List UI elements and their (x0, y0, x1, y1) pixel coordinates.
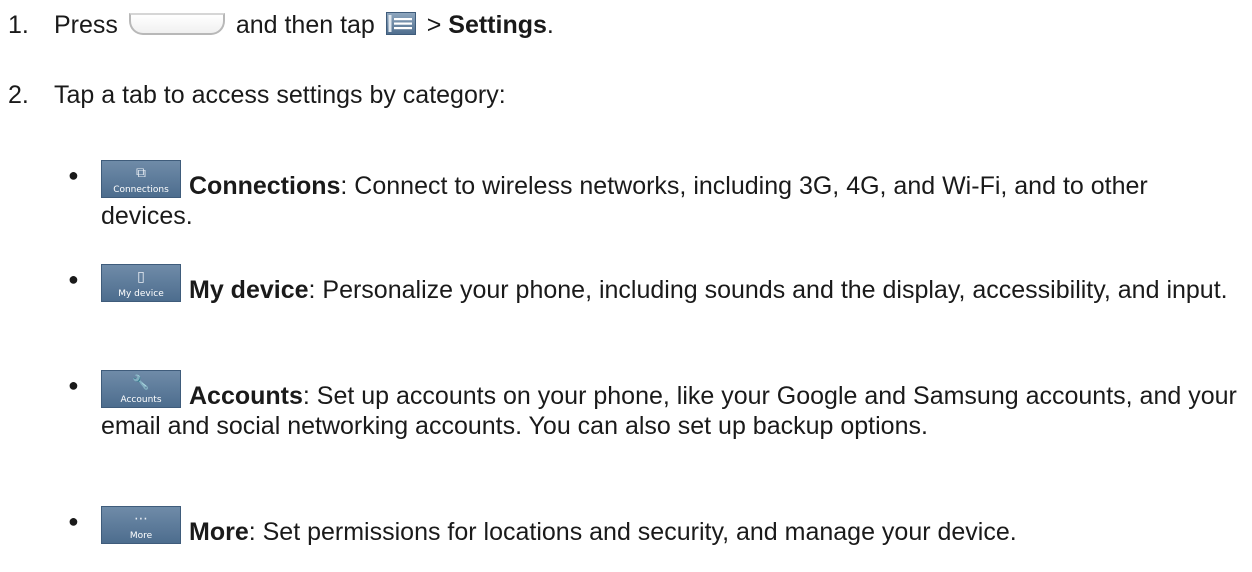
bullet-dot: ● (68, 375, 79, 395)
key-glyph-icon: 🔧 (132, 374, 150, 390)
bullet-dot: ● (68, 269, 79, 289)
tab-icon-label: Accounts (120, 395, 162, 405)
step-text: Tap a tab to access settings by category… (54, 81, 506, 109)
category-body: ⧉ Connections Connections: Connect to wi… (101, 160, 1238, 231)
category-title: Connections (189, 172, 341, 200)
category-item-more: ● ⋯ More More: Set permissions for locat… (68, 506, 1238, 547)
phone-glyph-icon: ▯ (137, 268, 145, 284)
category-title: More (189, 518, 249, 546)
step-2: 2. Tap a tab to access settings by catego… (0, 80, 506, 110)
category-item-accounts: ● 🔧 Accounts Accounts: Set up accounts o… (68, 370, 1238, 441)
category-description: : Personalize your phone, including soun… (308, 276, 1228, 304)
step-number: 1. (8, 11, 29, 39)
more-glyph-icon: ⋯ (134, 510, 148, 526)
more-tab-icon: ⋯ More (101, 506, 181, 544)
step-text: . (546, 11, 554, 39)
my-device-tab-icon: ▯ My device (101, 264, 181, 302)
category-body: ⋯ More More: Set permissions for locatio… (101, 506, 1238, 547)
step-text: and then tap (235, 11, 375, 39)
tab-icon-label: My device (118, 289, 164, 299)
home-key-icon (128, 13, 225, 35)
accounts-tab-icon: 🔧 Accounts (101, 370, 181, 408)
category-title: Accounts (189, 382, 303, 410)
category-body: ▯ My device My device: Personalize your … (101, 264, 1238, 305)
bullet-dot: ● (68, 511, 79, 531)
connections-tab-icon: ⧉ Connections (101, 160, 181, 198)
category-title: My device (189, 276, 309, 304)
menu-key-icon (385, 12, 416, 35)
tab-icon-label: More (129, 531, 153, 541)
category-body: 🔧 Accounts Accounts: Set up accounts on … (101, 370, 1238, 441)
category-item-my-device: ● ▯ My device My device: Personalize you… (68, 264, 1238, 305)
settings-label: Settings (448, 11, 547, 39)
connections-glyph-icon: ⧉ (136, 164, 146, 180)
category-item-connections: ● ⧉ Connections Connections: Connect to … (68, 160, 1238, 231)
step-text: > (419, 11, 449, 39)
step-number: 2. (8, 81, 29, 109)
step-1: 1. Press and then tap > Settings. (0, 10, 554, 40)
step-text: Press (54, 11, 118, 39)
bullet-dot: ● (68, 165, 79, 185)
category-description: : Set permissions for locations and secu… (248, 518, 1017, 546)
tab-icon-label: Connections (113, 185, 169, 195)
